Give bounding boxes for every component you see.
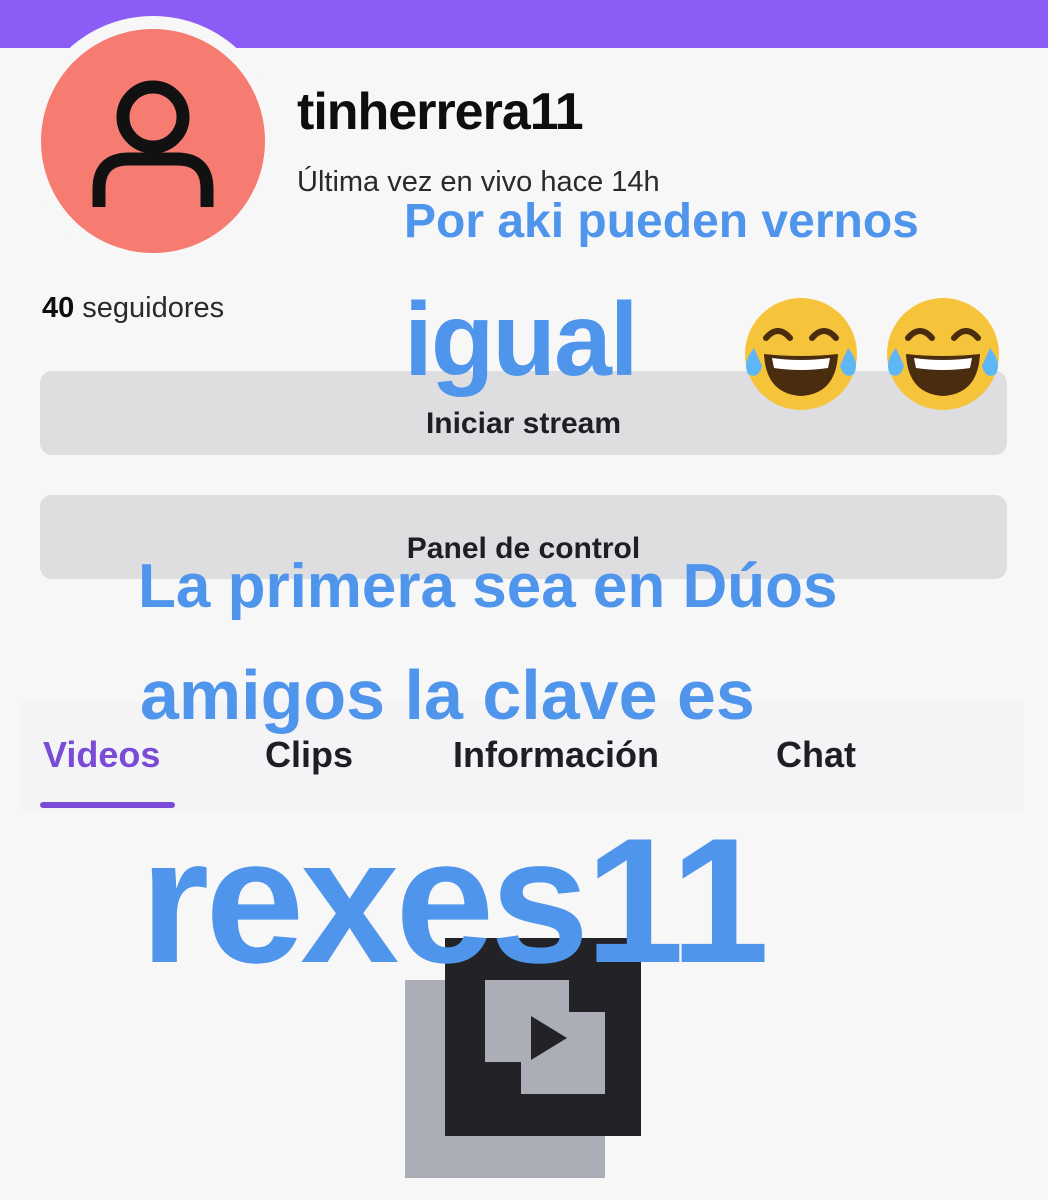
- tab-informacion[interactable]: Información: [453, 734, 659, 776]
- overlay-line-2: igual: [404, 282, 639, 398]
- followers-count[interactable]: 40 seguidores: [42, 292, 224, 325]
- followers-label: seguidores: [82, 292, 225, 324]
- laughing-tears-emoji-icon: [745, 298, 857, 410]
- user-silhouette-icon: [92, 80, 214, 207]
- laughing-tears-emoji-icon: [887, 298, 999, 410]
- followers-number: 40: [42, 292, 75, 324]
- tab-videos[interactable]: Videos: [43, 734, 160, 776]
- avatar[interactable]: [41, 29, 265, 253]
- overlay-line-5: rexes11: [140, 801, 769, 1000]
- tab-clips[interactable]: Clips: [265, 734, 353, 776]
- overlay-line-4: amigos la clave es: [140, 656, 755, 734]
- overlay-line-1: Por aki pueden vernos: [404, 195, 919, 248]
- profile-username: tinherrera11: [297, 83, 584, 141]
- tab-chat[interactable]: Chat: [776, 734, 856, 776]
- overlay-line-3: La primera sea en Dúos: [138, 552, 838, 621]
